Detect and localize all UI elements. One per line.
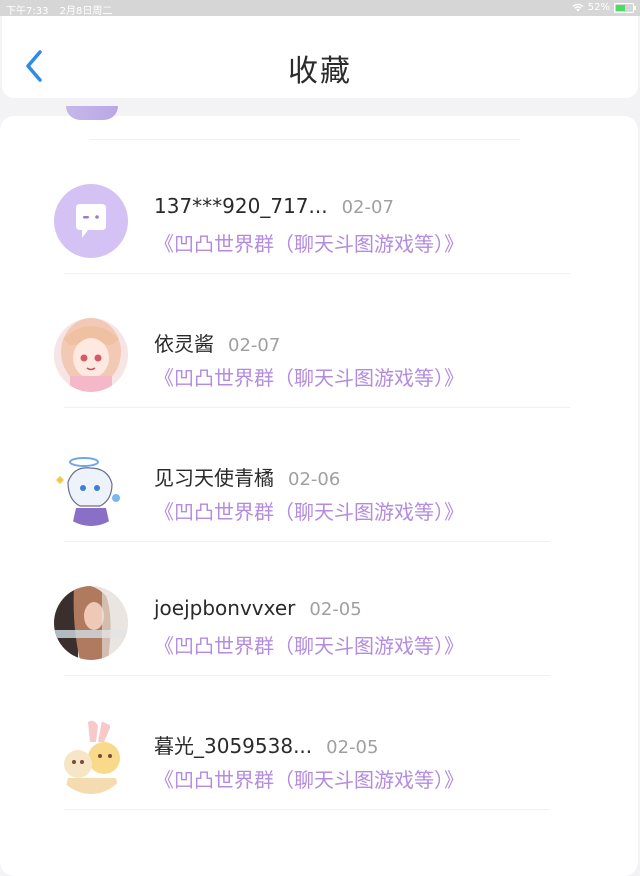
- partial-avatar: [66, 106, 118, 120]
- bunny-image: [54, 720, 128, 794]
- battery-percent: 52%: [587, 2, 610, 13]
- divider: [64, 675, 550, 676]
- item-name: 见习天使青橘: [154, 466, 274, 490]
- item-date: 02-06: [288, 469, 341, 490]
- photo-avatar: [54, 586, 128, 660]
- angel-image: [54, 452, 128, 526]
- item-group: 《凹凸世界群（聊天斗图游戏等）》: [154, 500, 464, 524]
- item-name-row: joejpbonvvxer 02-05: [154, 596, 362, 620]
- chat-bubble-icon: [76, 204, 106, 238]
- item-date: 02-07: [341, 197, 394, 218]
- item-date: 02-05: [309, 599, 362, 620]
- item-date: 02-05: [326, 737, 379, 758]
- divider: [64, 541, 550, 542]
- bunny-avatar: [54, 720, 128, 794]
- item-name: 137***920_717...: [154, 194, 328, 218]
- divider: [64, 273, 570, 274]
- status-bar: 下午7:33 2月8日周二 52%: [0, 0, 640, 17]
- item-name: joejpbonvvxer: [154, 596, 296, 620]
- list-item[interactable]: 见习天使青橘 02-06 《凹凸世界群（聊天斗图游戏等）》: [0, 452, 638, 586]
- divider: [64, 407, 570, 408]
- item-name-row: 暮光_3059538... 02-05: [154, 730, 378, 759]
- item-group: 《凹凸世界群（聊天斗图游戏等）》: [154, 768, 464, 792]
- angel-avatar: [54, 452, 128, 526]
- item-group: 《凹凸世界群（聊天斗图游戏等）》: [154, 634, 464, 658]
- divider: [64, 809, 550, 810]
- wifi-icon: [572, 3, 584, 12]
- header-bar: 收藏: [2, 16, 638, 98]
- item-date: 02-07: [228, 335, 281, 356]
- battery-icon: [614, 2, 636, 13]
- list-item[interactable]: 137***920_717... 02-07 《凹凸世界群（聊天斗图游戏等）》: [0, 184, 638, 318]
- list-item[interactable]: 依灵酱 02-07 《凹凸世界群（聊天斗图游戏等）》: [0, 318, 638, 452]
- item-name: 依灵酱: [154, 332, 214, 356]
- anime-girl-image: [54, 318, 128, 392]
- list-item[interactable]: 暮光_3059538... 02-05 《凹凸世界群（聊天斗图游戏等）》: [0, 720, 638, 854]
- list-item[interactable]: joejpbonvvxer 02-05 《凹凸世界群（聊天斗图游戏等）》: [0, 586, 638, 720]
- item-group: 《凹凸世界群（聊天斗图游戏等）》: [154, 366, 464, 390]
- chat-bubble-avatar: [54, 184, 128, 258]
- favorites-list: 137***920_717... 02-07 《凹凸世界群（聊天斗图游戏等）》 依…: [0, 106, 638, 876]
- divider: [90, 139, 520, 140]
- item-name-row: 137***920_717... 02-07: [154, 194, 394, 218]
- item-name-row: 依灵酱 02-07: [154, 328, 280, 357]
- anime-girl-avatar: [54, 318, 128, 392]
- item-name-row: 见习天使青橘 02-06: [154, 462, 340, 491]
- page-title: 收藏: [288, 54, 352, 89]
- item-group: 《凹凸世界群（聊天斗图游戏等）》: [154, 232, 464, 256]
- item-name: 暮光_3059538...: [154, 734, 313, 758]
- photo-image: [54, 586, 128, 660]
